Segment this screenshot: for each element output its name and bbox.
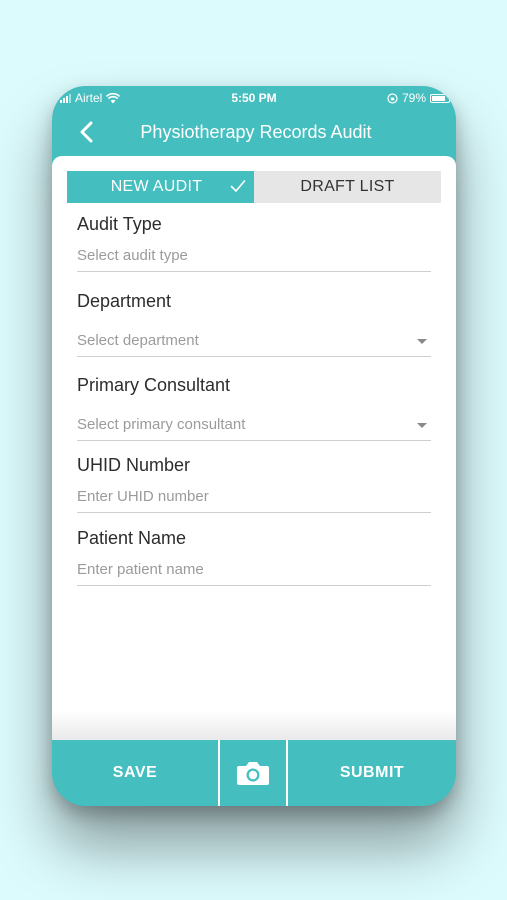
audit-type-field: Audit Type Select audit type: [77, 214, 431, 278]
uhid-field: UHID Number Enter UHID number: [77, 455, 431, 519]
tab-new-audit[interactable]: NEW AUDIT: [67, 171, 254, 203]
audit-type-label: Audit Type: [77, 214, 162, 234]
battery-icon: [430, 93, 452, 103]
battery-fill: [432, 95, 445, 101]
status-right: 79%: [387, 91, 452, 105]
save-label: SAVE: [112, 764, 158, 781]
primary-consultant-select[interactable]: Select primary consultant: [77, 411, 431, 441]
bottom-action-bar: SAVE SUBMIT: [52, 740, 456, 806]
department-field: Department Select department: [77, 291, 431, 363]
tab-new-audit-label: NEW AUDIT: [110, 178, 203, 195]
page-title: Physiotherapy Records Audit: [140, 122, 372, 142]
camera-button[interactable]: [220, 740, 286, 806]
uhid-input[interactable]: Enter UHID number: [77, 483, 431, 513]
dropdown-caret-icon: [417, 339, 427, 344]
uhid-placeholder: Enter UHID number: [77, 488, 209, 505]
primary-consultant-field: Primary Consultant Select primary consul…: [77, 375, 431, 447]
department-select[interactable]: Select department: [77, 327, 431, 357]
audit-type-select[interactable]: Select audit type: [77, 242, 431, 272]
department-placeholder: Select department: [77, 332, 199, 349]
primary-consultant-label: Primary Consultant: [77, 375, 231, 395]
form-content: NEW AUDIT DRAFT LIST Audit Type Select a…: [52, 156, 456, 740]
status-bar: Airtel 5:50 PM 79%: [52, 86, 456, 110]
patient-name-label: Patient Name: [77, 528, 187, 548]
battery-percent: 79%: [401, 91, 426, 105]
patient-name-field: Patient Name Enter patient name: [77, 528, 431, 592]
tab-draft-list-label: DRAFT LIST: [300, 178, 395, 195]
nav-bar: Physiotherapy Records Audit: [52, 110, 456, 154]
department-label: Department: [77, 291, 172, 311]
camera-icon: [237, 762, 269, 785]
audit-type-placeholder: Select audit type: [77, 247, 188, 264]
uhid-label: UHID Number: [77, 455, 191, 475]
patient-name-input[interactable]: Enter patient name: [77, 556, 431, 586]
submit-button[interactable]: SUBMIT: [288, 740, 456, 806]
tab-draft-list[interactable]: DRAFT LIST: [254, 171, 441, 203]
audit-tabs: NEW AUDIT DRAFT LIST: [67, 171, 441, 203]
dropdown-caret-icon: [417, 423, 427, 428]
submit-label: SUBMIT: [339, 764, 405, 781]
primary-consultant-placeholder: Select primary consultant: [77, 416, 246, 433]
rotation-lock-icon: [387, 92, 398, 104]
patient-name-placeholder: Enter patient name: [77, 561, 204, 578]
check-icon: [230, 180, 246, 192]
phone-frame: Airtel 5:50 PM 79% Physiotherapy Records…: [52, 86, 456, 806]
save-button[interactable]: SAVE: [52, 740, 218, 806]
